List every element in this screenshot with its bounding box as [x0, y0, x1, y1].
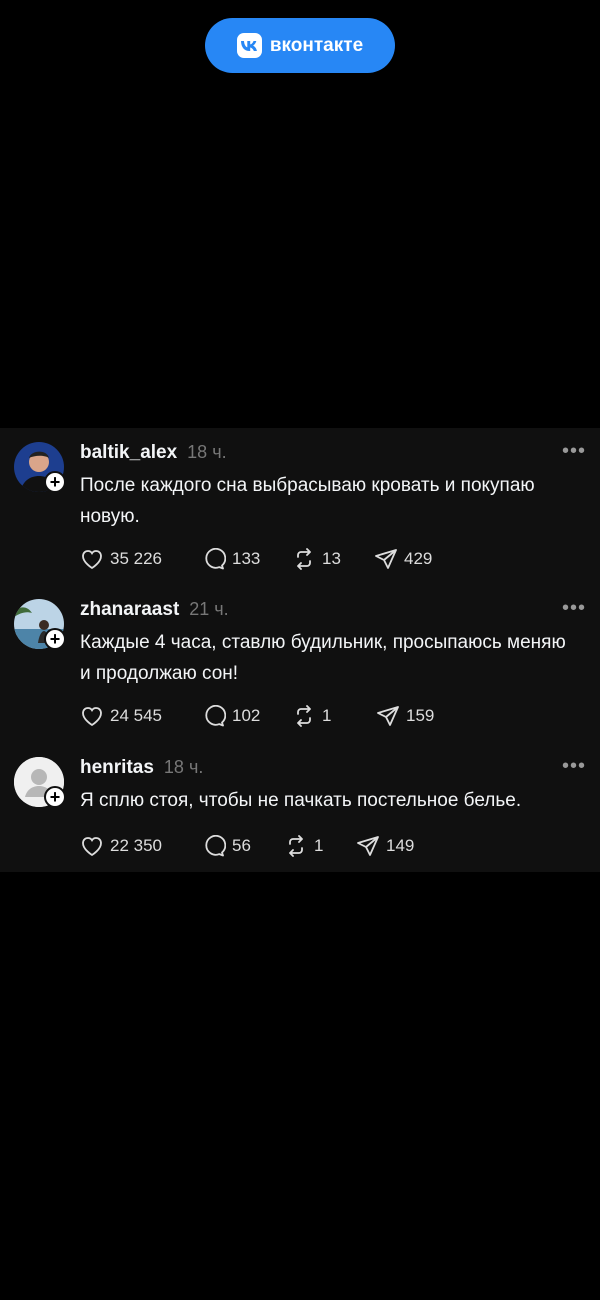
post-actions: 35 226 133 13 429 [80, 548, 432, 570]
like-count: 24 545 [110, 706, 162, 725]
threads-feed: + baltik_alex 18 ч. ••• После каждого сн… [0, 428, 600, 872]
share-count: 429 [404, 549, 433, 568]
send-icon [357, 836, 379, 856]
comment-icon [205, 548, 226, 570]
share-count: 149 [386, 836, 415, 855]
like-count: 35 226 [110, 549, 162, 568]
follow-plus-icon[interactable]: + [44, 471, 66, 493]
comment-icon [205, 705, 226, 727]
more-options-icon[interactable]: ••• [562, 597, 586, 620]
post-time: 18 ч. [163, 757, 204, 777]
share-button[interactable]: 429 [374, 548, 432, 570]
send-icon [377, 706, 399, 726]
repost-button[interactable]: 1 [292, 705, 376, 727]
like-button[interactable]: 22 350 [80, 835, 202, 857]
repost-count: 1 [314, 836, 324, 855]
vk-brand-badge[interactable]: вконтакте [205, 18, 395, 73]
share-button[interactable]: 159 [376, 705, 434, 727]
reply-button[interactable]: 102 [202, 705, 292, 727]
heart-icon [82, 837, 102, 857]
reply-count: 133 [232, 549, 261, 568]
repost-icon [289, 835, 303, 857]
username[interactable]: baltik_alex [80, 442, 177, 464]
post-actions: 24 545 102 1 159 [80, 705, 434, 727]
share-button[interactable]: 149 [356, 835, 414, 857]
username[interactable]: zhanaraast [80, 599, 179, 621]
reply-button[interactable]: 56 [202, 835, 284, 857]
post-header: baltik_alex 18 ч. [80, 442, 227, 464]
repost-button[interactable]: 1 [284, 835, 356, 857]
follow-plus-icon[interactable]: + [44, 628, 66, 650]
post-time: 21 ч. [189, 599, 229, 619]
follow-plus-icon[interactable]: + [44, 786, 66, 808]
repost-icon [297, 548, 311, 570]
heart-icon [82, 707, 102, 727]
repost-count: 1 [322, 706, 332, 725]
reply-count: 102 [232, 706, 261, 725]
repost-button[interactable]: 13 [292, 548, 374, 570]
more-options-icon[interactable]: ••• [562, 440, 586, 463]
like-button[interactable]: 24 545 [80, 705, 202, 727]
like-button[interactable]: 35 226 [80, 548, 202, 570]
share-count: 159 [406, 706, 435, 725]
username[interactable]: henritas [80, 757, 154, 779]
reply-count: 56 [232, 836, 251, 855]
post-card: + zhanaraast 21 ч. ••• Каждые 4 часа, ст… [0, 585, 600, 742]
post-text: Каждые 4 часа, ставлю будильник, просыпа… [80, 632, 566, 684]
brand-label: вконтакте [269, 34, 364, 56]
post-header: zhanaraast 21 ч. [80, 599, 229, 621]
post-actions: 22 350 56 1 149 [80, 835, 414, 857]
post-text: Я сплю стоя, чтобы не пачкать постельное… [80, 790, 522, 811]
send-icon [375, 549, 397, 569]
comment-icon [205, 835, 226, 857]
post-card: + baltik_alex 18 ч. ••• После каждого сн… [0, 428, 600, 584]
post-text: После каждого сна выбрасываю кровать и п… [80, 475, 535, 527]
reply-button[interactable]: 133 [202, 548, 292, 570]
vk-logo-icon [236, 33, 262, 58]
repost-icon [297, 705, 311, 727]
repost-count: 13 [322, 549, 341, 568]
more-options-icon[interactable]: ••• [562, 755, 586, 778]
post-time: 18 ч. [187, 442, 227, 462]
post-card: + henritas 18 ч. ••• Я сплю стоя, чтобы … [0, 743, 600, 872]
heart-icon [82, 550, 102, 570]
like-count: 22 350 [110, 836, 162, 855]
post-header: henritas 18 ч. [80, 757, 203, 779]
